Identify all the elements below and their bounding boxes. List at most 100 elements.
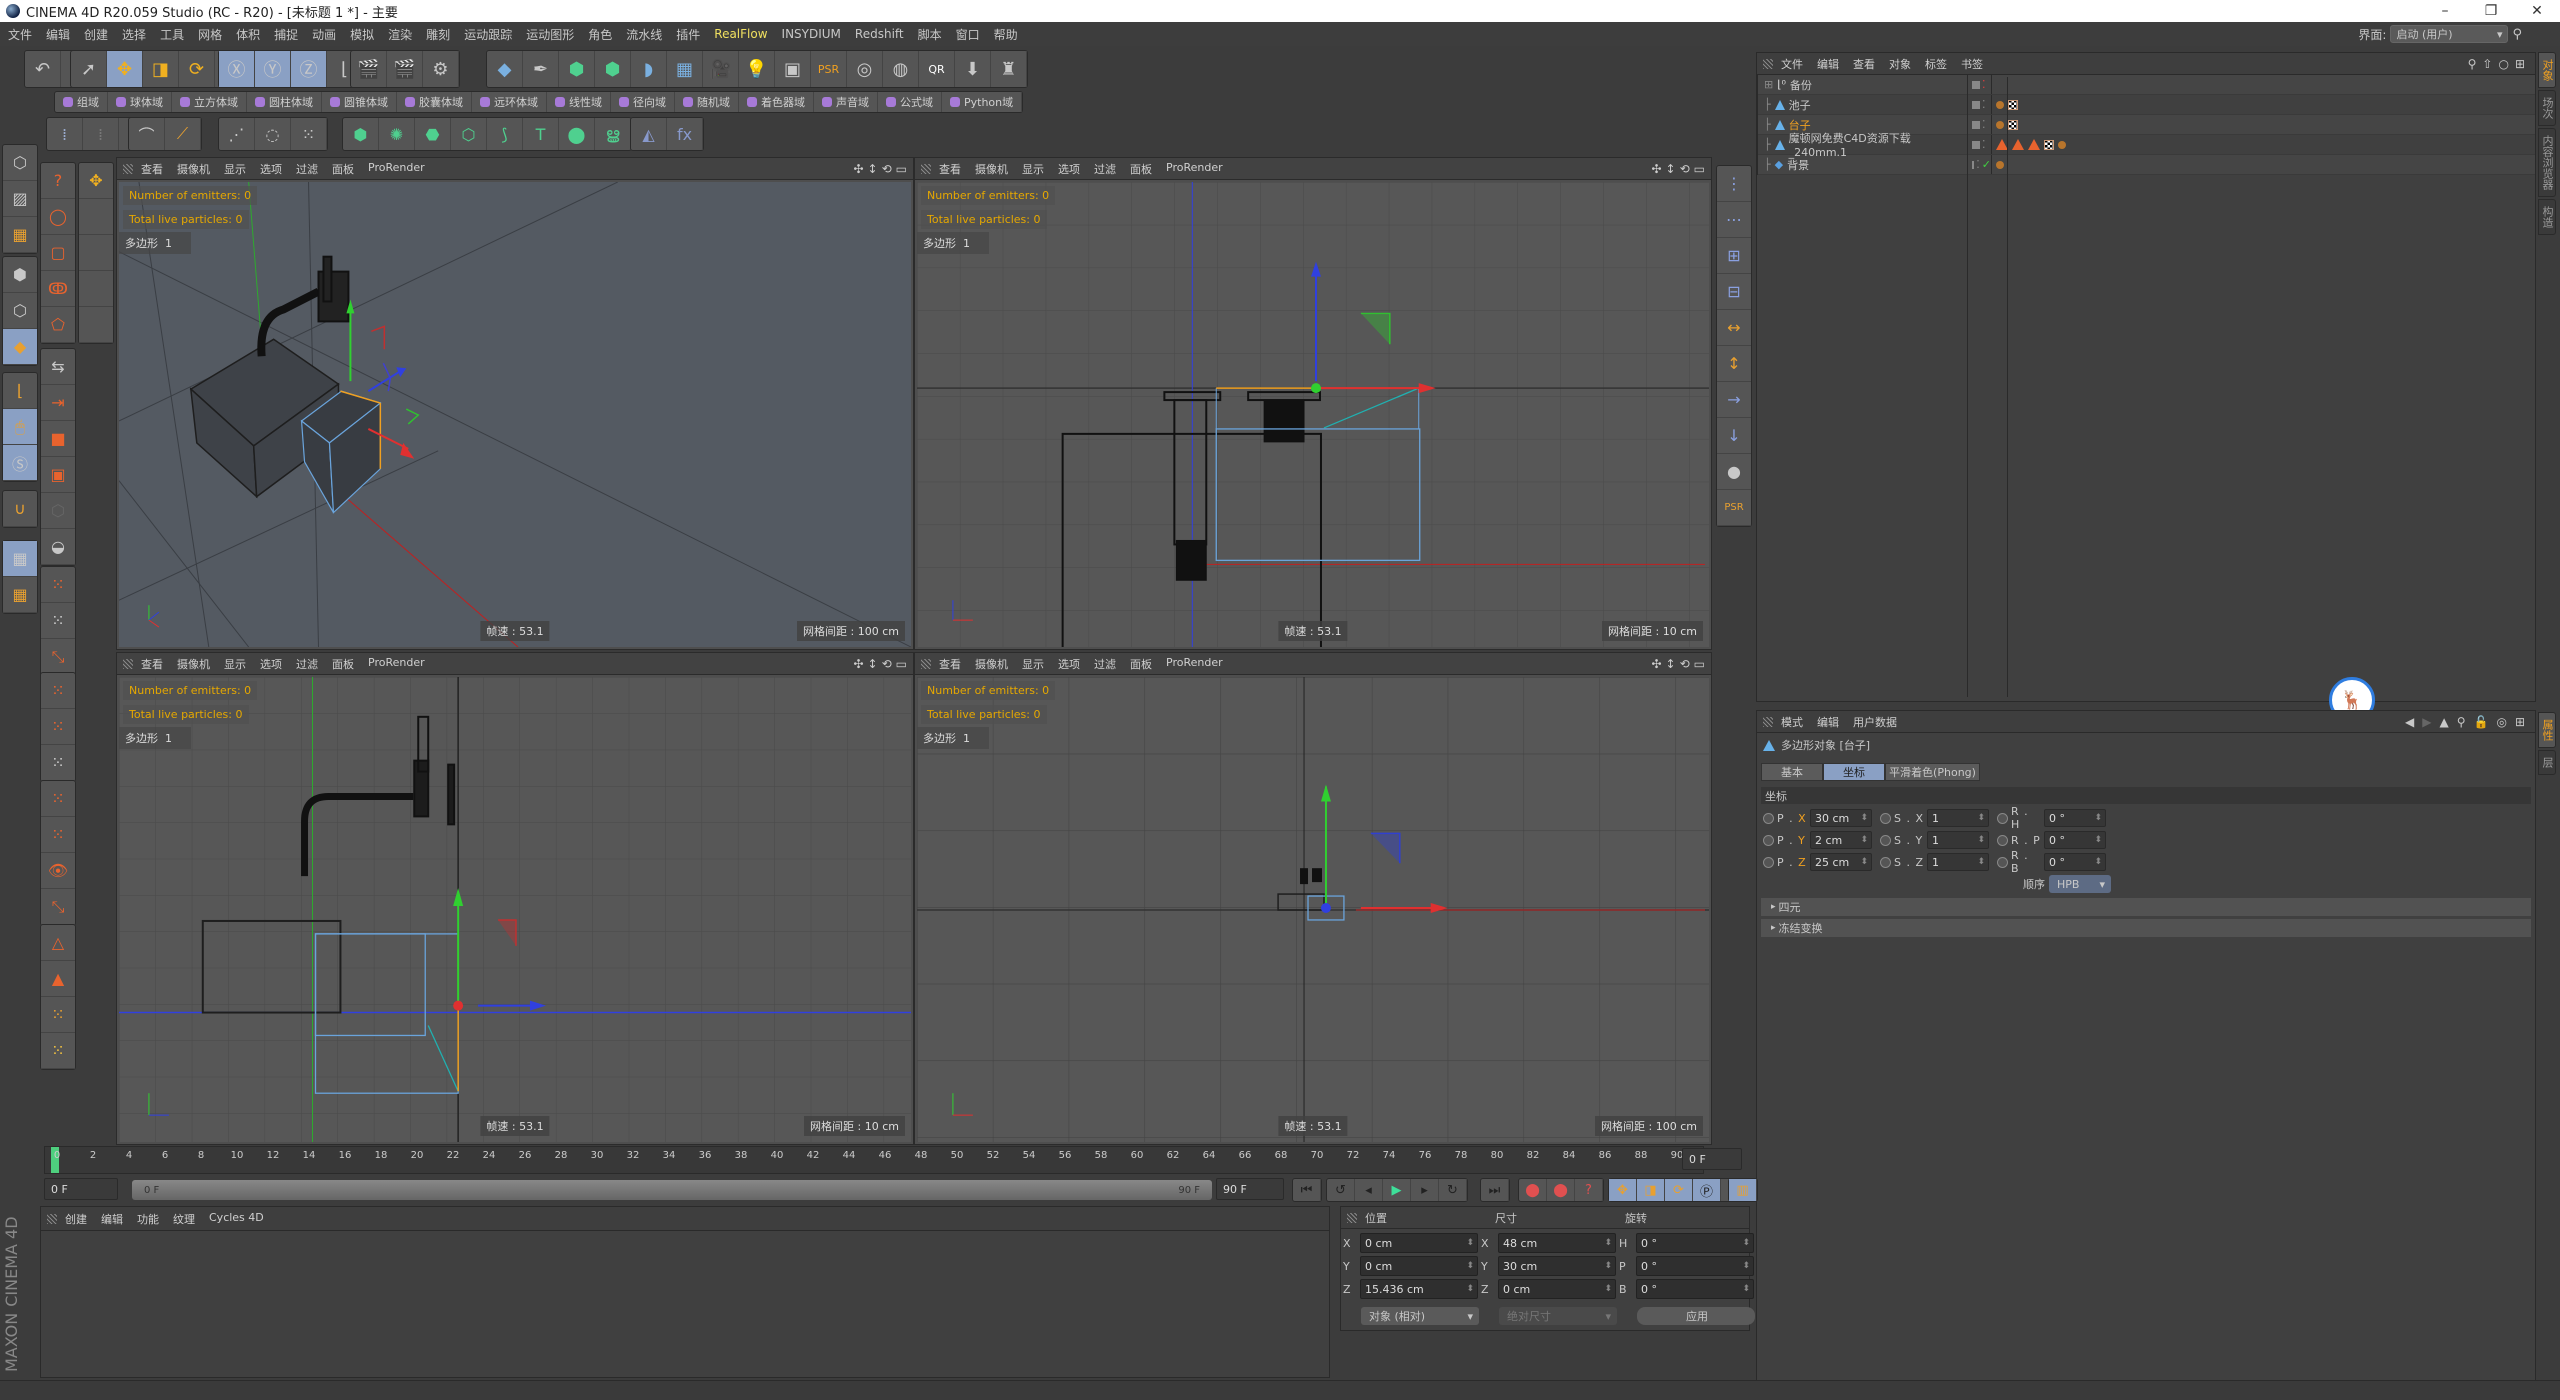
add-null-icon[interactable]: ● — [1717, 454, 1751, 490]
menu-item[interactable]: 角色 — [588, 26, 612, 43]
field-button-12[interactable]: 公式域 — [878, 92, 942, 112]
position-z-input[interactable]: 25 cm — [1810, 853, 1872, 871]
select-connected-icon[interactable]: ⁙ — [41, 673, 75, 709]
side-tab[interactable]: 构造 — [2538, 199, 2556, 235]
workplane-mode-icon[interactable]: ▦ — [3, 217, 37, 253]
viewport-menu-item[interactable]: ProRender — [1166, 161, 1223, 177]
points-mode-icon[interactable]: ⬢ — [3, 257, 37, 293]
texture-mode-icon[interactable]: ▨ — [3, 181, 37, 217]
loop-selection-icon[interactable]: ⇥ — [41, 385, 75, 421]
orbit-icon[interactable]: ⟲ — [1680, 162, 1690, 176]
spline-linear-icon[interactable]: ⋰ — [219, 118, 255, 150]
object-row[interactable]: ├ 池子 ⁚ — [1758, 95, 2535, 115]
phong-tag-icon[interactable] — [2028, 139, 2040, 150]
attribute-tab[interactable]: 平滑着色(Phong) — [1885, 763, 1980, 781]
render-picture-viewer-icon[interactable]: 🎬 — [387, 51, 423, 87]
menu-item[interactable]: 脚本 — [918, 26, 942, 43]
move-tool-icon[interactable]: ✥ — [79, 163, 113, 199]
filter-icon[interactable]: ○ — [2498, 57, 2508, 71]
record-key-icon[interactable]: ⬤ — [1519, 1179, 1547, 1201]
spline-pen-icon[interactable]: ⁞ — [47, 118, 83, 150]
viewport-canvas[interactable]: Number of emitters: 0 Total live particl… — [917, 182, 1709, 647]
order-dropdown[interactable]: HPB ▾ — [2049, 875, 2111, 893]
key-position-icon[interactable]: ✥ — [1609, 1179, 1637, 1201]
viewport-menu-item[interactable]: 显示 — [224, 656, 246, 672]
polygons-mode-icon[interactable]: ◆ — [3, 329, 37, 365]
object-row[interactable]: ⊞ ⌊⁰ 备份 ⁚ — [1758, 75, 2535, 95]
lathe-icon[interactable]: ⬡ — [451, 118, 487, 150]
scale-input[interactable]: 1 — [1927, 853, 1989, 871]
viewport-menu-item[interactable]: 查看 — [939, 656, 961, 672]
visibility-dots-icon[interactable]: ⁚ — [1982, 138, 1986, 151]
animate-radio[interactable] — [1763, 834, 1774, 846]
pan-icon[interactable]: ✣ — [1651, 162, 1661, 176]
position-x-input[interactable]: 30 cm — [1810, 809, 1872, 827]
visibility-dots-icon[interactable]: ⁚ — [1982, 98, 1986, 111]
deselect-points-icon[interactable]: ⁙ — [41, 603, 75, 639]
play-icon[interactable]: ▶ — [1383, 1179, 1411, 1201]
prev-frame-icon[interactable]: ◂ — [1355, 1179, 1383, 1201]
hidden-cube-icon[interactable]: ⬡ — [41, 493, 75, 529]
psr-icon[interactable]: PSR — [811, 51, 847, 87]
position-input[interactable]: 0 cm — [1360, 1233, 1478, 1253]
timeline-window-icon[interactable]: ▥ — [1729, 1179, 1757, 1201]
field-button-8[interactable]: 径向域 — [611, 92, 675, 112]
enabled-check-icon[interactable]: ✓ — [1982, 158, 1991, 171]
menu-item[interactable]: RealFlow — [714, 27, 767, 41]
live-selection-icon[interactable]: ◯ — [41, 199, 75, 235]
effector-fx-icon[interactable]: fx — [667, 118, 703, 150]
drop-icon[interactable]: ⬇ — [955, 51, 991, 87]
menu-item[interactable]: 模拟 — [350, 26, 374, 43]
render-settings-icon[interactable]: ⚙ — [423, 51, 459, 87]
menu-item[interactable]: 网格 — [198, 26, 222, 43]
help-selection-icon[interactable]: ? — [41, 163, 75, 199]
shrink-points-icon[interactable]: ⁙ — [41, 745, 75, 781]
material-tag-icon[interactable] — [1996, 160, 2004, 169]
next-frame-icon[interactable]: ▸ — [1411, 1179, 1439, 1201]
animate-radio[interactable] — [1997, 812, 2008, 824]
animate-radio[interactable] — [1880, 834, 1891, 846]
array-icon[interactable]: ⬢ — [595, 51, 631, 87]
shrink-selection-icon[interactable]: ▣ — [41, 457, 75, 493]
material-menu-item[interactable]: 创建 — [65, 1211, 87, 1227]
distribute-horizontal-icon[interactable]: ↔ — [1717, 310, 1751, 346]
menu-item[interactable]: 体积 — [236, 26, 260, 43]
animate-radio[interactable] — [1997, 856, 2008, 868]
viewport-menu-item[interactable]: 面板 — [1130, 161, 1152, 177]
menu-item[interactable]: 选择 — [122, 26, 146, 43]
up-arrow-icon[interactable]: ⇧ — [2482, 57, 2492, 71]
object-row[interactable]: ├ 魔顿网免费C4D资源下载_240mm.1 ⁚ — [1758, 132, 2535, 159]
invert-visibility-icon[interactable]: ⤡ — [41, 889, 75, 925]
field-button-9[interactable]: 随机域 — [675, 92, 739, 112]
menu-item[interactable]: 帮助 — [994, 26, 1018, 43]
object-menu-item[interactable]: 标签 — [1925, 56, 1947, 72]
viewport-menu-item[interactable]: 查看 — [141, 656, 163, 672]
field-button-6[interactable]: 远环体域 — [472, 92, 547, 112]
field-button-4[interactable]: 圆锥体域 — [322, 92, 397, 112]
bend-icon[interactable]: ◗ — [631, 51, 667, 87]
scale-input[interactable]: 1 — [1927, 831, 1989, 849]
menu-item[interactable]: 渲染 — [388, 26, 412, 43]
target-icon[interactable]: ◎ — [2496, 715, 2506, 729]
spline-bezier-icon[interactable]: ⟋ — [165, 118, 201, 150]
material-menu-item[interactable]: 编辑 — [101, 1211, 123, 1227]
loft-icon[interactable]: ⟆ — [487, 118, 523, 150]
spline-sketch-icon[interactable]: ⁞ — [83, 118, 119, 150]
key-rotation-icon[interactable]: ⟳ — [1665, 1179, 1693, 1201]
convert-points-icon[interactable]: ▲ — [41, 961, 75, 997]
maximize-view-icon[interactable]: ▭ — [896, 657, 907, 671]
material-menu-item[interactable]: 功能 — [137, 1211, 159, 1227]
pen-icon[interactable]: ✒ — [523, 51, 559, 87]
apply-button[interactable]: 应用 — [1637, 1307, 1755, 1325]
maximize-view-icon[interactable]: ▭ — [1694, 657, 1705, 671]
attribute-menu-item[interactable]: 编辑 — [1817, 714, 1839, 730]
orbit-icon[interactable]: ⟲ — [882, 162, 892, 176]
close-button[interactable]: ✕ — [2514, 0, 2560, 22]
model-mode-icon[interactable]: ⬡ — [3, 145, 37, 181]
render-view-icon[interactable]: 🎬 — [351, 51, 387, 87]
viewport-menu-item[interactable]: 显示 — [1022, 161, 1044, 177]
layer-icon[interactable] — [1972, 160, 1975, 169]
side-tab[interactable]: 场次 — [2538, 90, 2556, 126]
distribute-vertical-icon[interactable]: ↕ — [1717, 346, 1751, 382]
field-button-0[interactable]: 组域 — [55, 92, 108, 112]
